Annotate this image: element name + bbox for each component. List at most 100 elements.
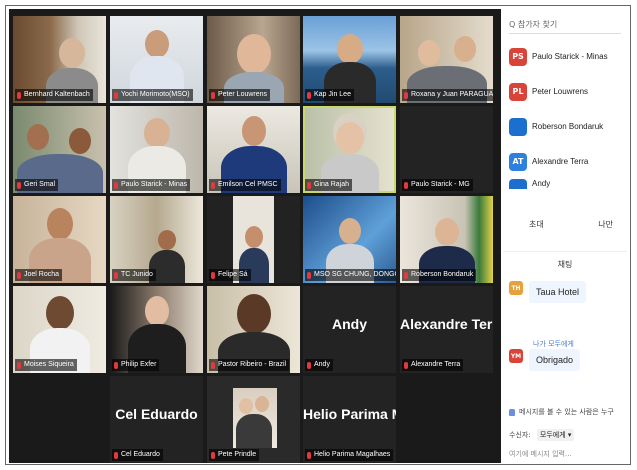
participant-head <box>241 116 266 146</box>
video-tile[interactable]: Emilson Cel PMSC <box>207 106 300 193</box>
participant-body <box>235 414 272 448</box>
muted-mic-icon <box>211 91 215 99</box>
chat-title: 채팅 <box>557 260 573 269</box>
participant-head <box>244 226 263 248</box>
participant-head <box>453 36 476 62</box>
tile-name-label: Pete Prindle <box>209 449 260 461</box>
participant-list-item[interactable]: PL Peter Louwrens <box>509 74 623 109</box>
video-tile[interactable]: Bernhard Kaltenbach <box>13 16 106 103</box>
video-tile[interactable]: Roberson Bondaruk <box>400 196 493 283</box>
video-tile[interactable]: Cel Eduardo Cel Eduardo <box>110 376 203 463</box>
participant-head <box>335 122 364 154</box>
video-tile[interactable]: Geri Smal <box>13 106 106 193</box>
muted-mic-icon <box>17 91 21 99</box>
person-icon <box>509 408 515 416</box>
tile-name-label: Gina Rajah <box>305 179 353 191</box>
participant-head <box>144 30 169 58</box>
mute-me-button[interactable]: 나만 <box>598 219 613 230</box>
tile-name-label: Felipe Sá <box>209 269 251 281</box>
tile-name-label: TC Junido <box>112 269 156 281</box>
muted-mic-icon <box>211 271 215 279</box>
video-tile[interactable]: Peter Louwrens <box>207 16 300 103</box>
video-tile[interactable]: Moises Siqueira <box>13 286 106 373</box>
participant-name: Paulo Starick - Minas <box>532 52 608 61</box>
avatar <box>509 179 527 189</box>
participant-list-item[interactable]: Roberson Bondaruk <box>509 109 623 144</box>
recipient-dropdown[interactable]: 모두에게 ▾ <box>536 429 575 441</box>
participant-head <box>157 230 176 250</box>
participant-head <box>336 34 363 64</box>
tile-name-label: Peter Louwrens <box>209 89 271 101</box>
avatar: PS <box>509 47 527 66</box>
participant-head <box>46 208 73 240</box>
video-tile[interactable]: Kap Jin Lee <box>303 16 396 103</box>
muted-mic-icon <box>17 181 21 189</box>
avatar <box>509 117 527 136</box>
tile-name-label: MSO SG CHUNG, DONGO... <box>305 269 396 281</box>
divider <box>503 251 627 252</box>
search-text: Q 참가자 찾기 <box>509 19 558 29</box>
participant-head <box>26 124 49 150</box>
muted-mic-icon <box>307 181 311 189</box>
muted-mic-icon <box>404 271 408 279</box>
chat-header: 채팅 <box>503 251 627 270</box>
video-tile[interactable]: Roxana y Juan PARAGUAY <box>400 16 493 103</box>
avatar: AT <box>509 152 527 171</box>
tile-name-label: Kap Jin Lee <box>305 89 354 101</box>
muted-mic-icon <box>17 361 21 369</box>
participant-list: PS Paulo Starick - Minas PL Peter Louwre… <box>509 39 623 189</box>
participant-head <box>238 398 253 414</box>
participant-head <box>236 294 271 334</box>
participant-list-item[interactable]: AT Alexandre Terra <box>509 144 623 179</box>
recipient-row: 수신자: 모두에게 ▾ <box>509 429 575 441</box>
tile-name-label: Andy <box>305 359 333 371</box>
participant-list-item[interactable]: Andy <box>509 179 623 189</box>
tile-name-label: Paulo Starick - MG <box>402 179 473 191</box>
participant-name: Alexandre Terra <box>532 157 589 166</box>
video-tile[interactable]: Felipe Sá <box>207 196 300 283</box>
video-tile[interactable]: Alexandre Terra Alexandre Terra <box>400 286 493 373</box>
participant-head <box>338 218 361 244</box>
avatar: PL <box>509 82 527 101</box>
muted-mic-icon <box>211 181 215 189</box>
avatar: TH <box>509 281 523 295</box>
tile-name-label: Pastor Ribeiro - Brazil <box>209 359 290 371</box>
muted-mic-icon <box>307 451 311 459</box>
tile-name-label: Paulo Starick - Minas <box>112 179 191 191</box>
avatar: YM <box>509 349 523 363</box>
muted-mic-icon <box>404 181 408 189</box>
video-tile[interactable]: Yochi Morimoto(MSO) <box>110 16 203 103</box>
muted-mic-icon <box>307 361 311 369</box>
video-tile[interactable]: Joel Rocha <box>13 196 106 283</box>
participant-name: Roberson Bondaruk <box>532 122 604 131</box>
video-tile[interactable]: Paulo Starick - Minas <box>110 106 203 193</box>
participant-name-display: Helio Parima M... <box>303 406 396 422</box>
video-tile-active-speaker[interactable]: Gina Rajah <box>303 106 396 193</box>
tile-name-label: Philip Exfer <box>112 359 160 371</box>
video-tile[interactable]: MSO SG CHUNG, DONGO... <box>303 196 396 283</box>
participant-search-input[interactable]: Q 참가자 찾기 <box>509 15 621 34</box>
tile-name-label: Geri Smal <box>15 179 59 191</box>
participant-head <box>417 40 440 66</box>
visibility-hint[interactable]: 메시지를 볼 수 있는 사람은 누구 <box>509 407 614 417</box>
video-tile[interactable]: Philip Exfer <box>110 286 203 373</box>
muted-mic-icon <box>404 361 408 369</box>
chat-input[interactable]: 여기에 메시지 입력... <box>509 449 572 459</box>
video-tile[interactable]: Pastor Ribeiro - Brazil <box>207 286 300 373</box>
video-tile[interactable]: Paulo Starick - MG <box>400 106 493 193</box>
participant-list-item[interactable]: PS Paulo Starick - Minas <box>509 39 623 74</box>
participant-name-display: Alexandre Terra <box>400 316 493 332</box>
participant-head <box>236 34 271 74</box>
video-tile[interactable]: TC Junido <box>110 196 203 283</box>
message-recipient-note: 나가 모두에게 <box>533 340 574 348</box>
tile-name-label: Roxana y Juan PARAGUAY <box>402 89 493 101</box>
video-tile[interactable]: Pete Prindle <box>207 376 300 463</box>
video-tile[interactable]: Helio Parima M... Helio Parima Magalhaes <box>303 376 396 463</box>
video-tile[interactable]: Andy Andy <box>303 286 396 373</box>
tile-name-label: Emilson Cel PMSC <box>209 179 281 191</box>
invite-button[interactable]: 초대 <box>529 219 544 230</box>
participant-name: Andy <box>532 179 551 188</box>
muted-mic-icon <box>307 271 311 279</box>
chat-message: YM Obrigado <box>509 349 581 371</box>
participant-head <box>68 128 91 154</box>
